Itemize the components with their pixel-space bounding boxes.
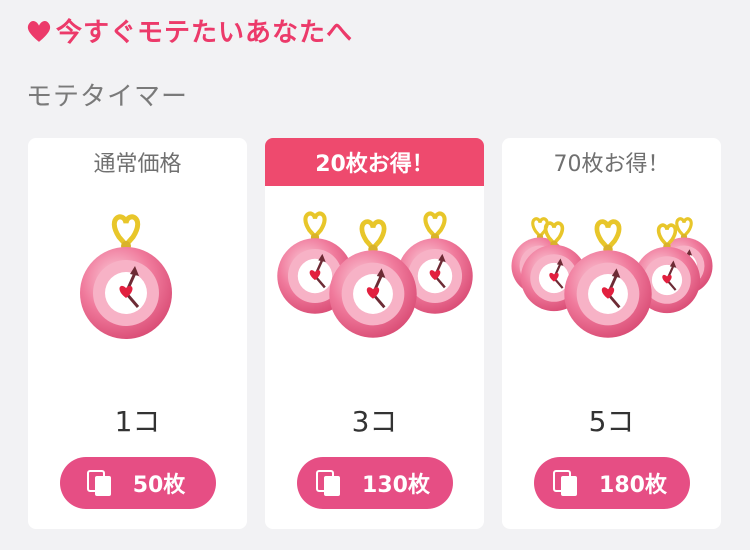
plan-quantity: 3コ [351, 405, 398, 438]
plan-card-1: 通常価格 1コ 50枚 [28, 138, 247, 529]
price-label: 180枚 [599, 473, 667, 498]
coin-icon [553, 470, 578, 496]
timer-illustration [28, 196, 247, 366]
heart-icon [27, 20, 51, 42]
discount-label: 70枚お得！ [553, 152, 670, 177]
timer-illustration [265, 196, 484, 366]
buy-button-1[interactable]: 50枚 [60, 457, 216, 509]
coin-icon [316, 470, 341, 496]
price-label: 50枚 [132, 473, 186, 498]
plan-card-3: 70枚お得！ 5コ 180枚 [502, 138, 721, 529]
plan-quantity: 5コ [588, 405, 635, 438]
page-header: 今すぐモテたいあなたへ [26, 12, 353, 49]
discount-badge: 20枚お得！ [265, 138, 484, 186]
plan-label: 通常価格 [93, 152, 182, 177]
plan-quantity: 1コ [114, 405, 161, 438]
buy-button-3[interactable]: 180枚 [534, 457, 690, 509]
price-label: 130枚 [362, 473, 430, 498]
item-name: モテタイマー [26, 82, 189, 112]
buy-button-2[interactable]: 130枚 [297, 457, 453, 509]
timer-illustration [509, 217, 715, 366]
page-title: 今すぐモテたいあなたへ [56, 18, 354, 48]
coin-icon [86, 470, 111, 496]
plan-card-2: 20枚お得！ 3コ 130枚 [265, 138, 484, 529]
